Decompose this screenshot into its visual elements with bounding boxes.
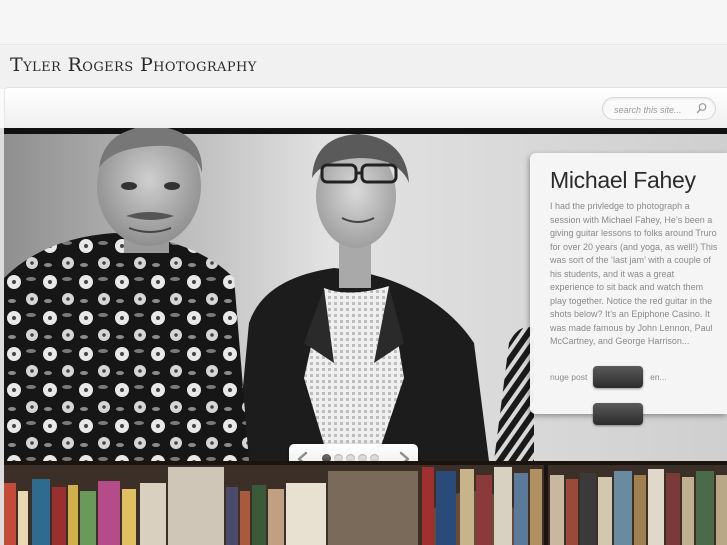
secondary-dark-button[interactable] <box>593 403 643 425</box>
read-more-button[interactable] <box>593 366 643 388</box>
slide-description: I had the privledge to photograph a sess… <box>550 201 718 346</box>
search-box[interactable] <box>602 97 716 120</box>
slide-tail-left: nuge post <box>550 372 588 382</box>
top-band <box>0 0 727 44</box>
site-title[interactable]: Tyler Rogers Photography <box>10 54 257 76</box>
search-input[interactable] <box>612 101 694 118</box>
slide-tail-right: en... <box>650 372 667 382</box>
bookshelf-photo <box>4 461 727 545</box>
search-icon[interactable] <box>696 102 708 114</box>
slide-title[interactable]: Michael Fahey <box>550 167 696 194</box>
bookshelf-image <box>4 461 727 545</box>
